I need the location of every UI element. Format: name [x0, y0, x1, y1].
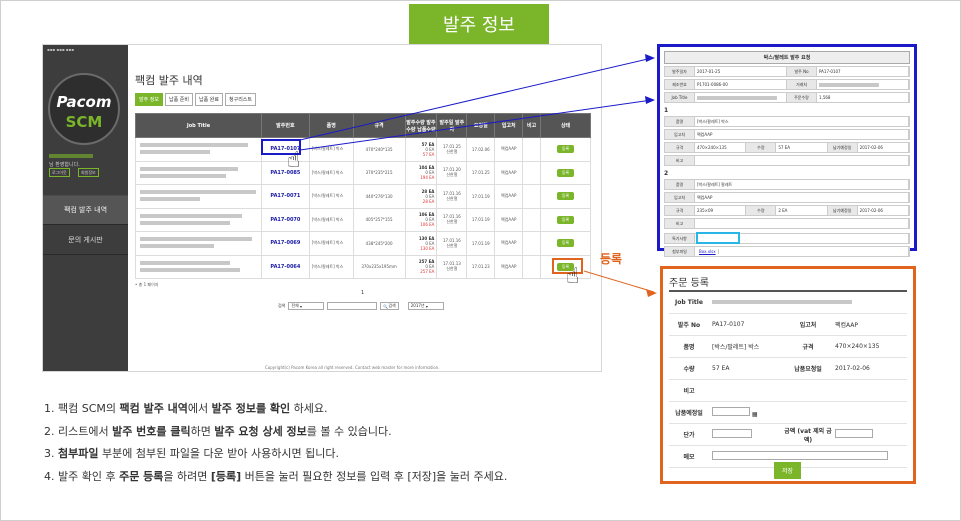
instructions: 1. 팩컴 SCM의 팩컴 발주 내역에서 발주 정보를 확인 하세요. 2. 리… — [44, 398, 507, 488]
instruction-line: 2. 리스트에서 발주 번호를 클릭하면 발주 요청 상세 정보를 볼 수 있습… — [44, 424, 392, 438]
instruction-line: 4. 발주 확인 후 주문 등록을 하려면 [등록] 버튼을 눌러 필요한 정보… — [44, 469, 508, 483]
detail-arrow — [299, 57, 653, 141]
instruction-line: 1. 팩컴 SCM의 팩컴 발주 내역에서 발주 정보를 확인 하세요. — [44, 402, 328, 415]
detail-arrow — [299, 99, 653, 151]
arrow-head-icon — [646, 289, 657, 297]
arrow-head-icon — [645, 54, 655, 62]
arrow-head-icon — [645, 96, 655, 104]
instruction-line: 3. 첨부파일 부분에 첨부된 파일을 다운 받아 사용하시면 됩니다. — [44, 447, 339, 460]
register-arrow — [583, 270, 655, 293]
